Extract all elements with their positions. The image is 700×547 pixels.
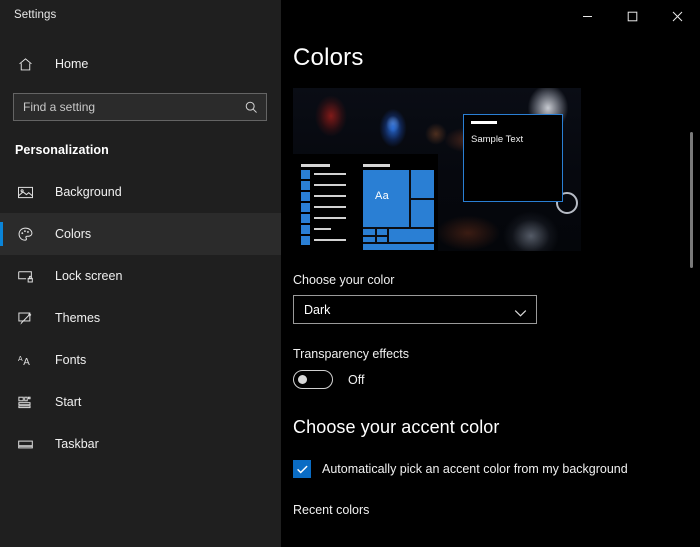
- auto-accent-checkbox-label: Automatically pick an accent color from …: [322, 462, 628, 476]
- sidebar-item-colors-label: Colors: [55, 227, 91, 241]
- sidebar-item-lock-screen[interactable]: Lock screen: [0, 255, 281, 297]
- preview-start-tiles: Aa: [363, 170, 434, 250]
- maximize-button[interactable]: [610, 0, 655, 32]
- svg-text:A: A: [17, 355, 22, 362]
- content-pane: Colors: [281, 0, 700, 547]
- sidebar: Home Personalization: [0, 0, 281, 547]
- choose-color-label: Choose your color: [293, 273, 700, 287]
- search-box[interactable]: [13, 93, 267, 121]
- sidebar-item-home[interactable]: Home: [0, 47, 281, 81]
- sidebar-item-start-label: Start: [55, 395, 81, 409]
- palette-icon: [15, 224, 35, 244]
- accent-heading: Choose your accent color: [293, 417, 700, 438]
- preview-tile-text: Aa: [375, 190, 389, 202]
- sidebar-item-fonts[interactable]: A A Fonts: [0, 339, 281, 381]
- taskbar-icon: [15, 434, 35, 454]
- fonts-icon: A A: [15, 350, 35, 370]
- auto-accent-checkbox-row[interactable]: Automatically pick an accent color from …: [293, 460, 700, 478]
- preview-start-tiles-group: Aa: [363, 164, 434, 250]
- choose-color-dropdown[interactable]: Dark: [293, 295, 537, 324]
- page-title: Colors: [293, 44, 700, 72]
- sidebar-item-start[interactable]: Start: [0, 381, 281, 423]
- transparency-toggle[interactable]: [293, 370, 333, 389]
- preview-sample-window-titlebar: [471, 121, 497, 124]
- minimize-button[interactable]: [565, 0, 610, 32]
- scrollbar-thumb[interactable]: [690, 132, 693, 268]
- sidebar-item-fonts-label: Fonts: [55, 353, 86, 367]
- picture-icon: [15, 182, 35, 202]
- sidebar-item-lock-screen-label: Lock screen: [55, 269, 122, 283]
- color-preview: Aa Sample Text: [293, 88, 581, 251]
- preview-sample-window: Sample Text: [463, 114, 563, 202]
- theme-brush-icon: [15, 308, 35, 328]
- sidebar-item-taskbar[interactable]: Taskbar: [0, 423, 281, 465]
- search-input[interactable]: [14, 94, 266, 120]
- preview-start-list-icons: [301, 170, 310, 250]
- sidebar-section-title: Personalization: [15, 143, 281, 157]
- svg-text:A: A: [23, 356, 30, 367]
- sidebar-item-background-label: Background: [55, 185, 122, 199]
- sidebar-item-home-label: Home: [55, 57, 88, 71]
- sidebar-nav-list: Background Colors: [0, 171, 281, 465]
- chevron-down-icon: [514, 305, 527, 323]
- recent-colors-label: Recent colors: [293, 503, 700, 517]
- start-tiles-icon: [15, 392, 35, 412]
- preview-start-list-cap: [301, 164, 330, 167]
- choose-color-value: Dark: [294, 303, 330, 317]
- sidebar-item-background[interactable]: Background: [0, 171, 281, 213]
- toggle-knob: [298, 375, 307, 384]
- search-icon[interactable]: [244, 100, 259, 115]
- sidebar-item-themes-label: Themes: [55, 311, 100, 325]
- settings-window: Home Personalization: [0, 0, 700, 547]
- content-scrollbar[interactable]: [687, 32, 697, 547]
- sidebar-item-themes[interactable]: Themes: [0, 297, 281, 339]
- transparency-state: Off: [348, 373, 364, 387]
- preview-tiles-cap: [363, 164, 390, 167]
- preview-start-list-labels: [314, 170, 346, 250]
- close-button[interactable]: [655, 0, 700, 32]
- home-icon: [15, 54, 35, 74]
- preview-start-app-list: [301, 164, 355, 250]
- transparency-label: Transparency effects: [293, 347, 700, 361]
- sidebar-item-taskbar-label: Taskbar: [55, 437, 99, 451]
- window-controls: [565, 0, 700, 32]
- preview-sample-window-text: Sample Text: [471, 134, 523, 145]
- sidebar-item-colors[interactable]: Colors: [0, 213, 281, 255]
- auto-accent-checkbox[interactable]: [293, 460, 311, 478]
- transparency-toggle-row: Off: [293, 370, 700, 389]
- lock-screen-icon: [15, 266, 35, 286]
